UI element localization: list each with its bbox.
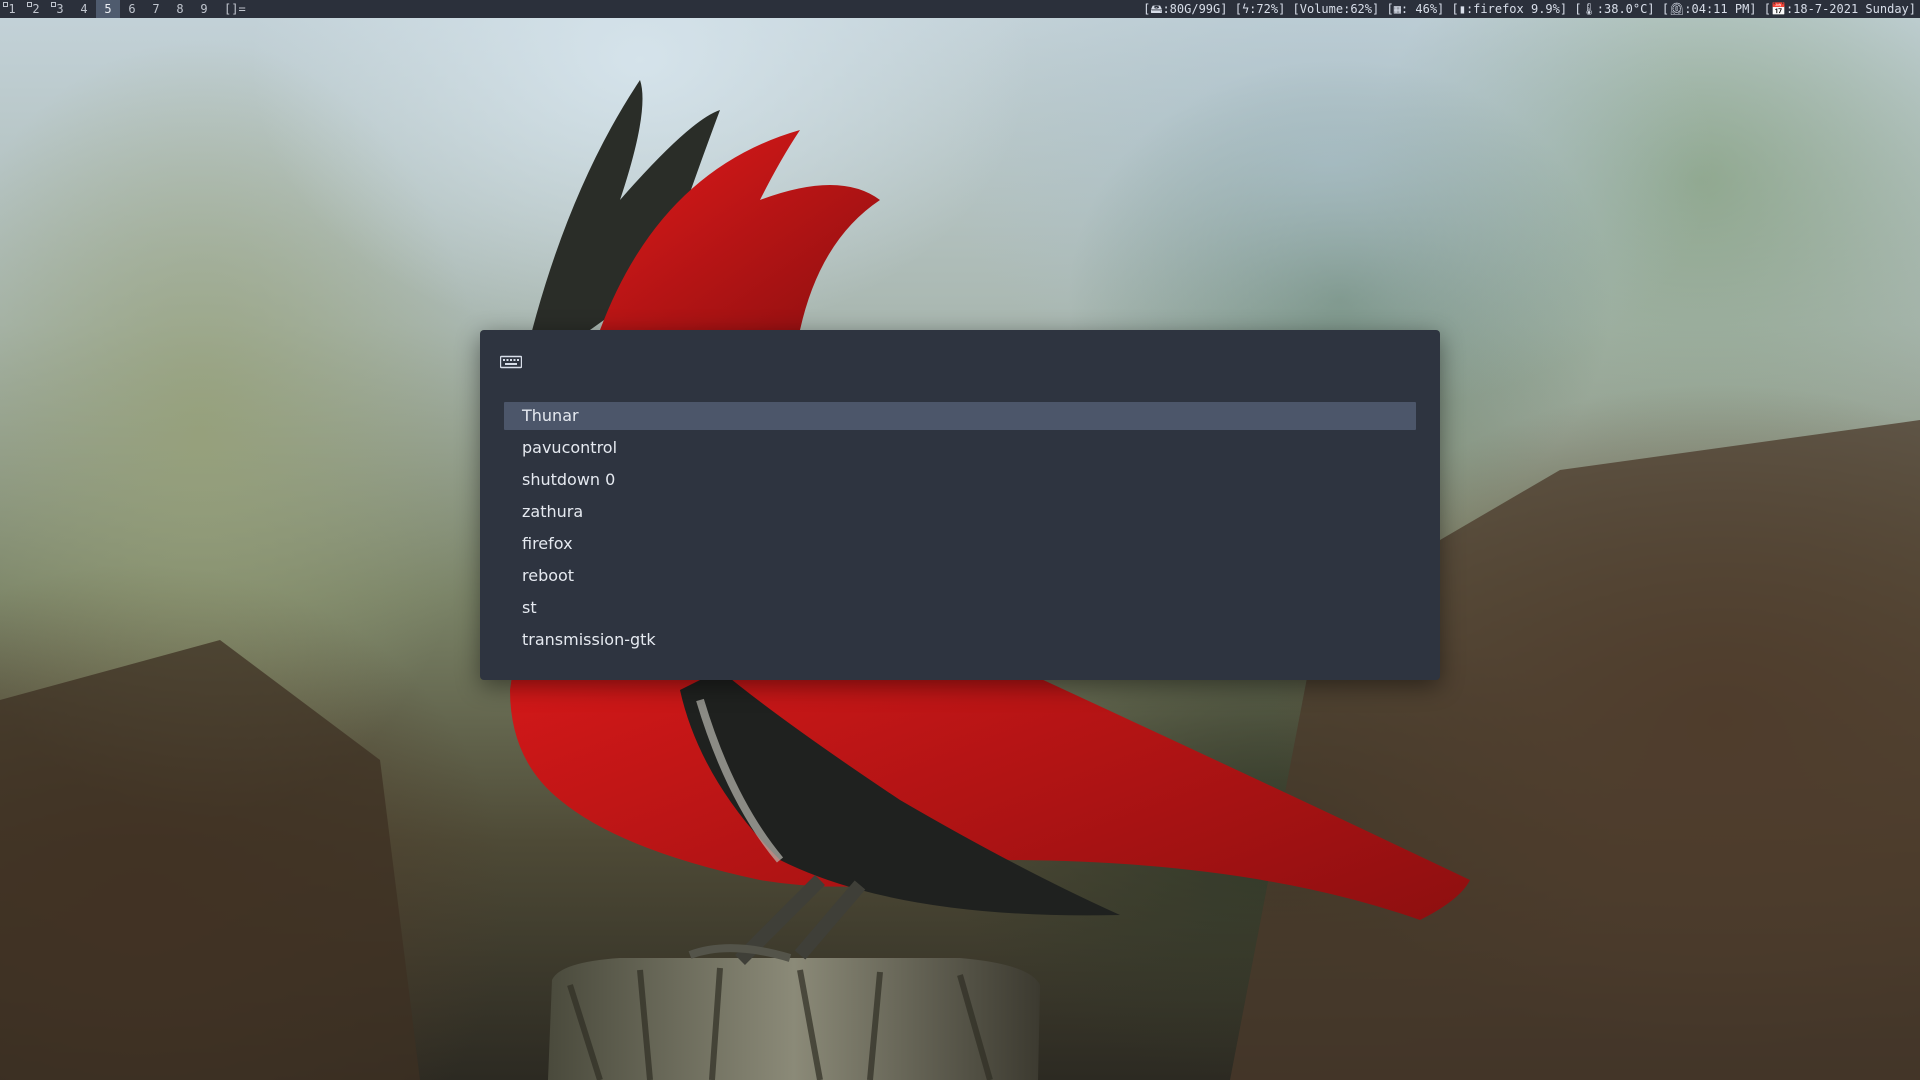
launcher-prompt (500, 350, 1420, 374)
workspace-tag-4[interactable]: 4 (72, 0, 96, 18)
workspace-tag-1[interactable]: 1 (0, 0, 24, 18)
workspace-tags: 1 2 3 4 5 6 7 8 9 []= (0, 0, 254, 18)
launcher-results-list: Thunar pavucontrol shutdown 0 zathura fi… (504, 402, 1416, 658)
status-bar: 1 2 3 4 5 6 7 8 9 []= [🖴:80G/99G] [ϟ:72%… (0, 0, 1920, 18)
status-text: [🖴:80G/99G] [ϟ:72%] [Volume:62%] [▦: 46%… (1143, 0, 1920, 18)
layout-indicator[interactable]: []= (216, 0, 254, 18)
workspace-tag-6[interactable]: 6 (120, 0, 144, 18)
workspace-tag-7[interactable]: 7 (144, 0, 168, 18)
temperature-status: [🌡:38.0°C] (1574, 2, 1655, 16)
app-launcher: Thunar pavucontrol shutdown 0 zathura fi… (480, 330, 1440, 680)
launcher-item-st[interactable]: st (504, 594, 1416, 622)
memory-status: [▦: 46%] (1386, 2, 1445, 16)
launcher-search-input[interactable] (532, 351, 1420, 373)
launcher-item-zathura[interactable]: zathura (504, 498, 1416, 526)
launcher-item-transmission-gtk[interactable]: transmission-gtk (504, 626, 1416, 654)
launcher-item-shutdown[interactable]: shutdown 0 (504, 466, 1416, 494)
workspace-tag-5[interactable]: 5 (96, 0, 120, 18)
workspace-tag-9[interactable]: 9 (192, 0, 216, 18)
launcher-item-reboot[interactable]: reboot (504, 562, 1416, 590)
launcher-item-pavucontrol[interactable]: pavucontrol (504, 434, 1416, 462)
launcher-item-firefox[interactable]: firefox (504, 530, 1416, 558)
battery-status: [ϟ:72%] (1234, 2, 1286, 16)
disk-status: [🖴:80G/99G] (1143, 2, 1228, 16)
desktop: 1 2 3 4 5 6 7 8 9 []= [🖴:80G/99G] [ϟ:72%… (0, 0, 1920, 1080)
workspace-tag-8[interactable]: 8 (168, 0, 192, 18)
date-status: [📅:18-7-2021 Sunday] (1763, 2, 1916, 16)
cpu-status: [▮:firefox 9.9%] (1451, 2, 1568, 16)
clock-status: [⏲:04:11 PM] (1661, 2, 1757, 16)
keyboard-icon (500, 355, 522, 369)
workspace-tag-2[interactable]: 2 (24, 0, 48, 18)
workspace-tag-3[interactable]: 3 (48, 0, 72, 18)
volume-status: [Volume:62%] (1292, 2, 1380, 16)
launcher-item-thunar[interactable]: Thunar (504, 402, 1416, 430)
